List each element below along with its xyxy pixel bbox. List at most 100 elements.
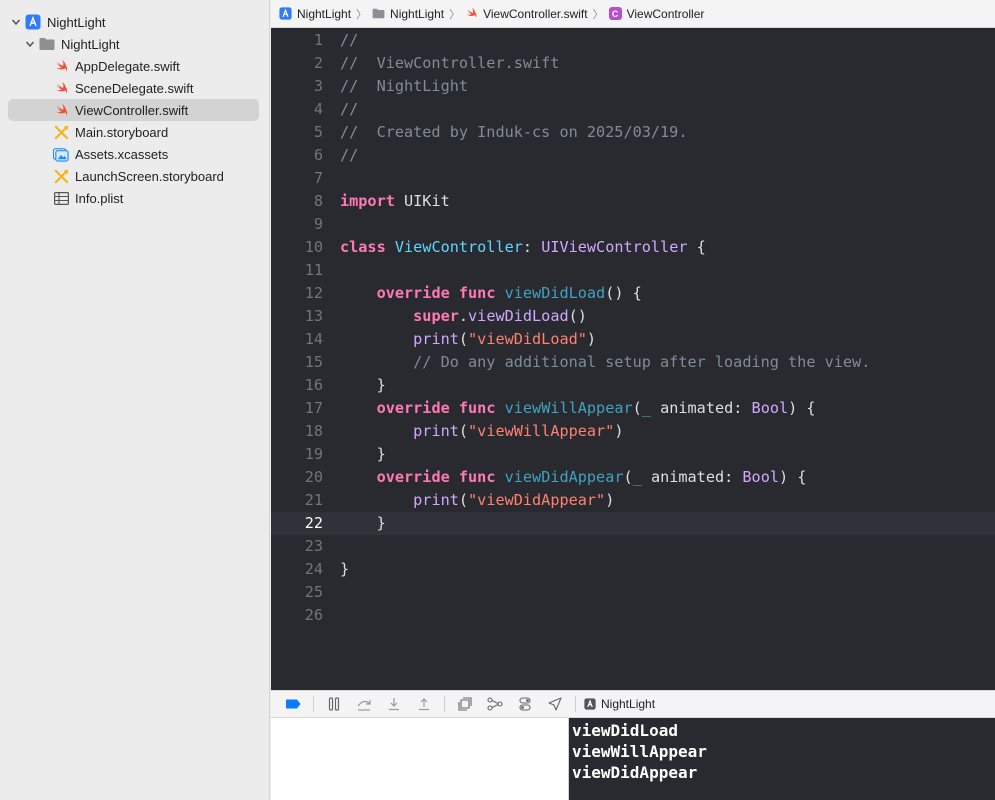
- code-token: (: [632, 399, 642, 417]
- code-token: class: [340, 238, 386, 256]
- breadcrumb-project[interactable]: NightLight: [279, 7, 351, 21]
- code-token: ): [614, 422, 624, 440]
- nav-file-item[interactable]: ViewController.swift: [8, 99, 259, 121]
- debug-target[interactable]: NightLight: [584, 697, 655, 711]
- code-token: func: [458, 399, 496, 417]
- step-over-icon[interactable]: [354, 695, 374, 713]
- chevron-down-icon[interactable]: [25, 39, 35, 49]
- code-line[interactable]: 24}: [271, 558, 995, 581]
- code-line[interactable]: 9: [271, 213, 995, 236]
- memory-graph-icon[interactable]: [485, 695, 505, 713]
- code-line[interactable]: 25: [271, 581, 995, 604]
- code-token: //: [340, 100, 359, 118]
- code-line[interactable]: 13 super.viewDidLoad(): [271, 305, 995, 328]
- chevron-down-icon[interactable]: [11, 17, 21, 27]
- plist-icon: [53, 190, 69, 206]
- code-line[interactable]: 20 override func viewDidAppear(_ animate…: [271, 466, 995, 489]
- divider: [444, 696, 445, 712]
- code-line[interactable]: 26: [271, 604, 995, 627]
- line-number: 3: [313, 77, 323, 95]
- line-number: 2: [313, 54, 323, 72]
- code-token: }: [340, 514, 386, 532]
- code-text: import UIKit: [340, 190, 450, 213]
- code-line[interactable]: 16 }: [271, 374, 995, 397]
- chevron-right-icon: 〉: [356, 8, 368, 21]
- code-token: }: [340, 376, 386, 394]
- code-line[interactable]: 23: [271, 535, 995, 558]
- nav-file-item[interactable]: Assets.xcassets: [0, 143, 269, 165]
- code-line[interactable]: 19 }: [271, 443, 995, 466]
- code-line[interactable]: 1 //: [271, 29, 995, 52]
- nav-group-row[interactable]: NightLight: [0, 33, 269, 55]
- code-token: viewDidAppear: [504, 468, 624, 486]
- code-line[interactable]: 17 override func viewWillAppear(_ animat…: [271, 397, 995, 420]
- class-symbol-icon: C: [608, 7, 622, 20]
- simulate-location-icon[interactable]: [545, 695, 565, 713]
- code-token: _: [641, 399, 651, 417]
- line-number: 4: [313, 100, 323, 118]
- code-line[interactable]: 10 class ViewController: UIViewController…: [271, 236, 995, 259]
- code-line[interactable]: 14 print("viewDidLoad"): [271, 328, 995, 351]
- code-token: print: [413, 330, 459, 348]
- code-token: "viewWillAppear": [468, 422, 615, 440]
- step-out-icon[interactable]: [414, 695, 434, 713]
- code-text: }: [340, 374, 386, 397]
- code-line[interactable]: 7: [271, 167, 995, 190]
- debug-console[interactable]: viewDidLoad viewWillAppear viewDidAppear: [569, 718, 995, 800]
- nav-file-item[interactable]: Main.storyboard: [0, 121, 269, 143]
- nav-file-label: LaunchScreen.storyboard: [75, 168, 224, 184]
- code-token: ) {: [788, 399, 816, 417]
- code-line[interactable]: 21 print("viewDidAppear"): [271, 489, 995, 512]
- nav-project-row[interactable]: NightLight: [0, 11, 269, 33]
- code-line[interactable]: 6 //: [271, 144, 995, 167]
- variables-view[interactable]: [271, 718, 569, 800]
- breakpoints-toggle-icon[interactable]: [283, 695, 303, 713]
- code-line[interactable]: 18 print("viewWillAppear"): [271, 420, 995, 443]
- pause-icon[interactable]: [324, 695, 344, 713]
- breadcrumb-symbol[interactable]: C ViewController: [608, 7, 704, 21]
- swift-file-icon: [53, 80, 69, 96]
- code-line[interactable]: 11: [271, 259, 995, 282]
- code-editor[interactable]: 1 // 2 // ViewController.swift 3 // NightLigh…: [271, 28, 995, 690]
- environment-overrides-icon[interactable]: [515, 695, 535, 713]
- console-output-line: viewDidAppear: [572, 763, 698, 782]
- breadcrumb-group[interactable]: NightLight: [372, 7, 444, 21]
- code-line[interactable]: 22 }: [271, 512, 995, 535]
- nav-file-item[interactable]: Info.plist: [0, 187, 269, 209]
- code-text: // NightLight: [340, 75, 468, 98]
- line-number: 1: [313, 31, 323, 49]
- code-line[interactable]: 12 override func viewDidLoad() {: [271, 282, 995, 305]
- code-token: func: [458, 468, 496, 486]
- app-target-icon: [584, 698, 596, 710]
- line-number: 26: [304, 606, 323, 624]
- nav-file-item[interactable]: LaunchScreen.storyboard: [0, 165, 269, 187]
- view-hierarchy-icon[interactable]: [455, 695, 475, 713]
- code-line[interactable]: 5 // Created by Induk-cs on 2025/03/19.: [271, 121, 995, 144]
- code-token: override: [376, 468, 450, 486]
- nav-file-item[interactable]: SceneDelegate.swift: [0, 77, 269, 99]
- code-line[interactable]: 2 // ViewController.swift: [271, 52, 995, 75]
- nav-file-label: SceneDelegate.swift: [75, 80, 194, 96]
- step-into-icon[interactable]: [384, 695, 404, 713]
- project-navigator: NightLight NightLight AppDelegate.swift S…: [0, 0, 270, 800]
- code-token: // NightLight: [340, 77, 469, 95]
- line-number: 16: [304, 376, 323, 394]
- code-line[interactable]: 15 // Do any additional setup after load…: [271, 351, 995, 374]
- breadcrumb-file[interactable]: ViewController.swift: [465, 7, 588, 21]
- code-line[interactable]: 3 // NightLight: [271, 75, 995, 98]
- line-number: 9: [313, 215, 323, 233]
- nav-file-label: AppDelegate.swift: [75, 58, 180, 74]
- nav-file-item[interactable]: AppDelegate.swift: [0, 55, 269, 77]
- code-line[interactable]: 8 import UIKit: [271, 190, 995, 213]
- code-token: "viewDidLoad": [468, 330, 587, 348]
- swift-file-icon: [465, 7, 478, 20]
- code-token: // Created by Induk-cs on 2025/03/19.: [340, 123, 688, 141]
- code-text: //: [340, 144, 358, 167]
- code-line[interactable]: 4 //: [271, 98, 995, 121]
